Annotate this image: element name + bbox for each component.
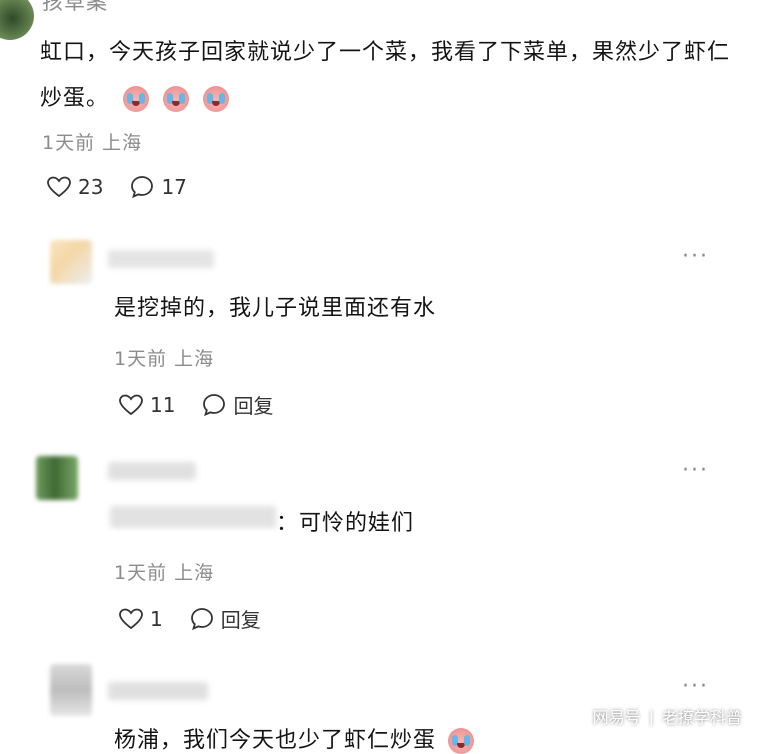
main-comment-actions: 23 17 — [46, 174, 213, 200]
watermark: 网易号 | 老撩学科普 — [593, 704, 742, 728]
reply-meta: 1天前 上海 — [114, 348, 215, 370]
reply-actions: 1 回复 — [118, 604, 287, 633]
reply-avatar[interactable] — [50, 664, 92, 716]
more-options-icon[interactable]: ··· — [682, 458, 709, 483]
reply-body: 杨浦，我们今天也少了虾仁炒蛋 — [114, 728, 437, 753]
like-button[interactable]: 11 — [118, 393, 175, 417]
reply-label: 回复 — [233, 394, 274, 418]
watermark-divider: | — [648, 706, 654, 726]
crying-face-icon — [203, 86, 230, 112]
like-count: 1 — [150, 606, 163, 631]
crying-face-icon — [163, 86, 190, 112]
comment-bubble-icon — [190, 607, 213, 630]
reply-text: 是挖掉的，我儿子说里面还有水 — [114, 296, 437, 321]
comment-count: 17 — [161, 175, 187, 199]
comment-bubble-icon — [131, 176, 154, 199]
reply-username-blurred[interactable] — [108, 462, 196, 480]
more-options-icon[interactable]: ··· — [682, 674, 709, 699]
reply-avatar[interactable] — [50, 240, 92, 284]
reply-text: ：可怜的娃们 — [276, 511, 415, 536]
main-avatar[interactable] — [0, 0, 34, 40]
reply-button[interactable]: 回复 — [201, 390, 273, 419]
main-username[interactable]: 孩草案 — [42, 0, 108, 16]
heart-icon — [47, 176, 71, 198]
main-comment-meta: 1天前 上海 — [42, 132, 143, 154]
reply-button[interactable]: 回复 — [189, 604, 261, 633]
more-options-icon[interactable]: ··· — [682, 244, 709, 269]
like-count: 23 — [78, 175, 104, 199]
mentioned-username-blurred[interactable] — [110, 506, 276, 528]
heart-icon — [119, 608, 143, 629]
like-button[interactable]: 1 — [118, 607, 163, 631]
reply-username-blurred[interactable] — [108, 250, 214, 268]
main-comment-text: 虹口，今天孩子回家就说少了一个菜，我看了下菜单，果然少了虾仁炒蛋。 — [40, 30, 730, 122]
like-button[interactable]: 23 — [46, 175, 103, 199]
like-count: 11 — [150, 392, 176, 417]
reply-actions: 11 回复 — [118, 390, 299, 419]
reply-meta: 1天前 上海 — [114, 562, 215, 584]
heart-icon — [119, 394, 143, 415]
reply-username-blurred[interactable] — [108, 682, 208, 700]
crying-face-icon — [123, 86, 150, 112]
crying-face-icon — [448, 728, 475, 754]
comment-button[interactable]: 17 — [129, 174, 187, 200]
watermark-source: 网易号 — [592, 708, 641, 727]
emoji-group — [123, 76, 235, 122]
reply-text: 杨浦，我们今天也少了虾仁炒蛋 — [114, 722, 480, 754]
comment-bubble-icon — [203, 393, 226, 416]
watermark-author: 老撩学科普 — [661, 708, 742, 727]
reply-label: 回复 — [220, 608, 261, 632]
reply-avatar[interactable] — [36, 456, 78, 500]
